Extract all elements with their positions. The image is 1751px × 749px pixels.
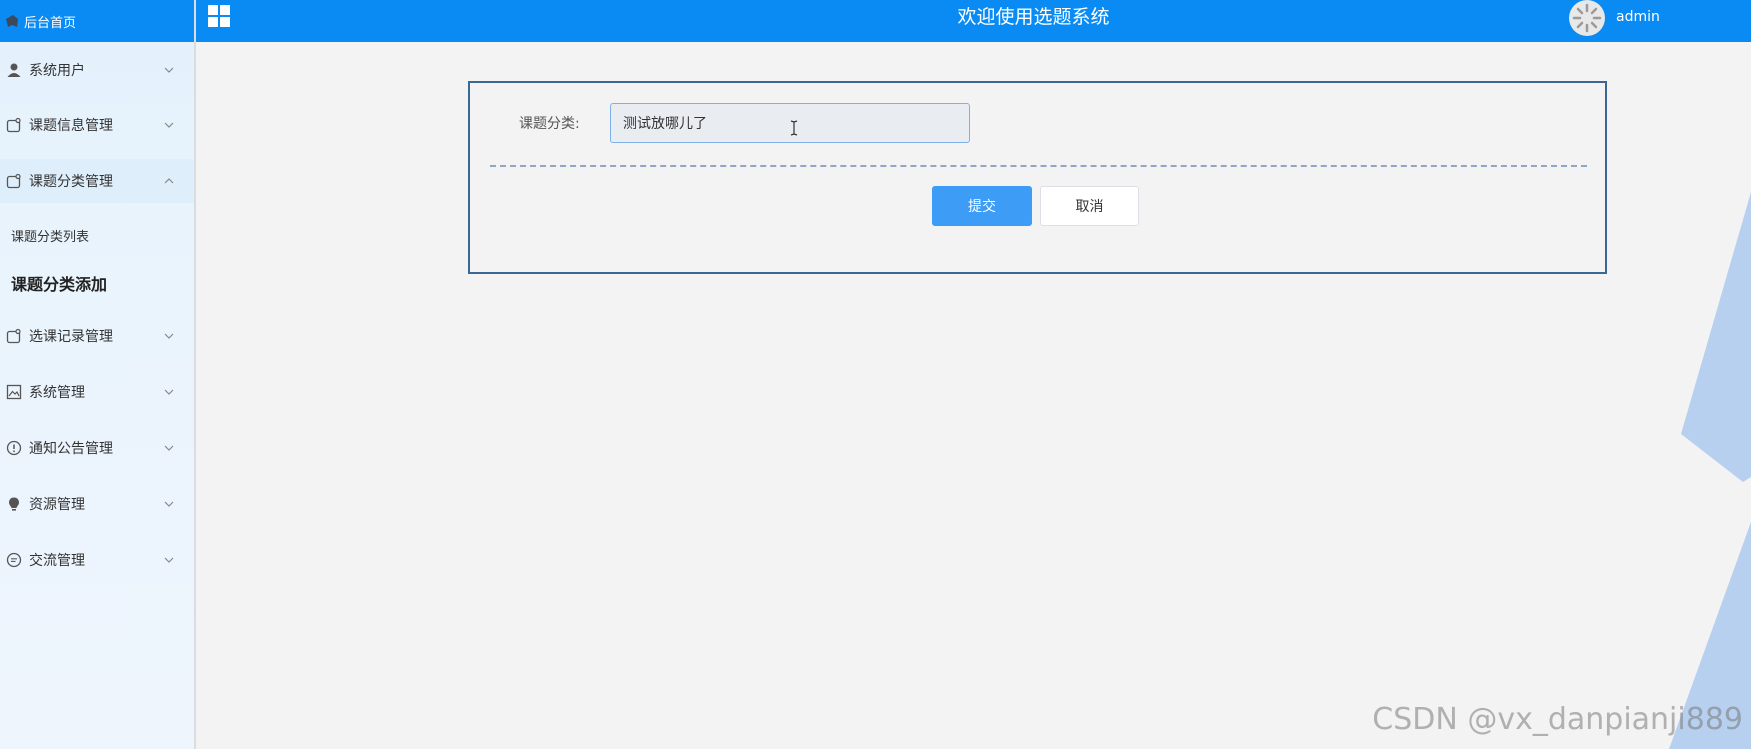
sidebar-subitem-category-list[interactable]: 课题分类列表 (0, 215, 194, 255)
chevron-down-icon (163, 442, 175, 454)
sidebar-item-topic-category[interactable]: 课题分类管理 (0, 159, 194, 203)
sidebar-subitem-category-add[interactable]: 课题分类添加 (0, 260, 194, 306)
home-icon (4, 13, 20, 29)
tag-icon (6, 328, 22, 344)
avatar[interactable] (1569, 0, 1605, 36)
tag-icon (6, 173, 22, 189)
chat-icon (6, 552, 22, 568)
sidebar-item-topic-info[interactable]: 课题信息管理 (0, 103, 194, 147)
sidebar-item-system-management[interactable]: 系统管理 (0, 370, 194, 414)
sidebar-item-label: 通知公告管理 (29, 441, 113, 457)
user-name[interactable]: admin (1616, 9, 1660, 25)
chevron-down-icon (163, 386, 175, 398)
category-field-label: 课题分类: (519, 116, 580, 132)
chevron-down-icon (163, 498, 175, 510)
text-cursor-icon (789, 120, 799, 136)
sidebar-home-link[interactable]: 后台首页 (0, 0, 194, 42)
sidebar-item-course-record[interactable]: 选课记录管理 (0, 314, 194, 358)
chevron-down-icon (163, 554, 175, 566)
sidebar-subitem-label: 课题分类添加 (11, 275, 108, 294)
background-decoration (1669, 192, 1751, 749)
sidebar-item-notice-management[interactable]: 通知公告管理 (0, 426, 194, 470)
sidebar-item-label: 交流管理 (29, 553, 85, 569)
chevron-down-icon (163, 64, 175, 76)
form-divider (490, 165, 1587, 167)
sidebar-item-label: 选课记录管理 (29, 329, 113, 345)
picture-icon (6, 384, 22, 400)
page-title: 欢迎使用选题系统 (957, 6, 1110, 28)
sidebar-item-resource-management[interactable]: 资源管理 (0, 482, 194, 526)
chevron-down-icon (163, 119, 175, 131)
sidebar-item-label: 系统用户 (29, 63, 85, 79)
sidebar-home-label: 后台首页 (24, 15, 77, 31)
info-icon (6, 440, 22, 456)
sidebar: 后台首页 系统用户 课题信息管理 课题分类管理 课题分类列表 课题分类添加 选课… (0, 0, 196, 749)
submit-button[interactable]: 提交 (932, 186, 1032, 226)
chevron-down-icon (163, 330, 175, 342)
bulb-icon (6, 496, 22, 512)
topbar: 欢迎使用选题系统 admin (196, 0, 1751, 42)
sidebar-item-label: 资源管理 (29, 497, 85, 513)
sidebar-item-system-users[interactable]: 系统用户 (0, 48, 194, 92)
sidebar-item-label: 课题分类管理 (29, 174, 113, 190)
watermark: CSDN @vx_danpianji889 (1372, 702, 1743, 737)
tag-icon (6, 117, 22, 133)
category-form-panel: 课题分类: 提交 取消 (468, 81, 1607, 274)
user-icon (6, 62, 22, 78)
sidebar-subitem-label: 课题分类列表 (11, 229, 90, 245)
cancel-button[interactable]: 取消 (1040, 186, 1139, 226)
chevron-up-icon (163, 175, 175, 187)
sidebar-item-label: 系统管理 (29, 385, 85, 401)
sidebar-item-label: 课题信息管理 (29, 118, 113, 134)
sidebar-item-communication-management[interactable]: 交流管理 (0, 538, 194, 582)
